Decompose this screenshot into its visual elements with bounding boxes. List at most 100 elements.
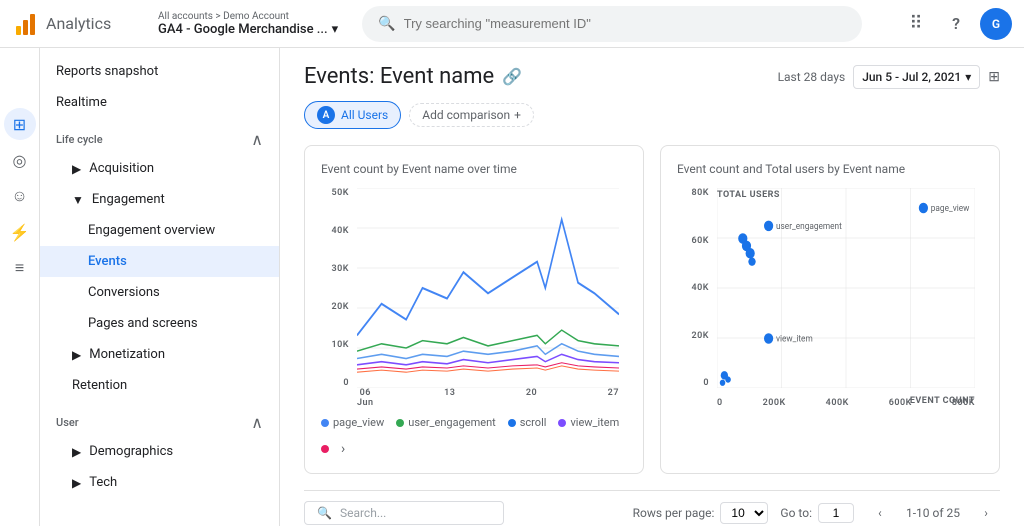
sidebar-item-conversions[interactable]: Conversions — [40, 277, 279, 308]
lifecycle-collapse-icon[interactable]: ∧ — [251, 130, 263, 149]
account-name: GA4 - Google Merchandise ... ▾ — [158, 22, 338, 37]
sidebar-item-label: Acquisition — [89, 161, 154, 176]
scatter-y-60k: 60K — [692, 236, 710, 246]
date-range-picker[interactable]: Jun 5 - Jul 2, 2021 ▾ — [853, 65, 980, 89]
scatter-y-40k: 40K — [692, 283, 710, 293]
rows-per-page-label: Rows per page: — [633, 506, 715, 520]
line-chart-title: Event count by Event name over time — [321, 162, 627, 176]
next-page-btn[interactable]: › — [972, 499, 1000, 526]
bottom-bar: 🔍 Search... Rows per page: 10 25 50 Go t… — [304, 490, 1000, 526]
sidebar-item-reports-snapshot[interactable]: Reports snapshot — [40, 56, 279, 87]
scatter-dot-scroll4 — [748, 257, 755, 265]
account-selector[interactable]: All accounts > Demo Account GA4 - Google… — [158, 11, 338, 37]
legend-scroll: scroll — [508, 416, 547, 429]
scatter-x-0: 0 — [717, 398, 723, 408]
scatter-dot-view-item — [764, 333, 773, 344]
legend-scroll-right[interactable]: › — [341, 441, 345, 457]
sidebar-item-monetization[interactable]: ▶ Monetization — [40, 339, 279, 370]
search-bar[interactable]: 🔍 — [362, 6, 862, 42]
prev-page-btn[interactable]: ‹ — [866, 499, 894, 526]
chevron-down-icon: ▾ — [332, 22, 339, 37]
legend-label: view_item — [570, 416, 619, 429]
chevron-right-icon: ▶ — [72, 348, 81, 362]
rail-user-icon[interactable]: ☺ — [4, 180, 36, 212]
export-icon[interactable]: 🔗 — [502, 67, 522, 86]
top-bar: Analytics All accounts > Demo Account GA… — [0, 0, 1024, 48]
icon-rail: ⊞ ◎ ☺ ⚡ ≡ — [0, 48, 40, 526]
sidebar-item-acquisition[interactable]: ▶ Acquisition — [40, 153, 279, 184]
y-axis-40k: 40K — [332, 226, 350, 236]
sidebar-item-events[interactable]: Events — [40, 246, 279, 277]
rail-realtime-icon[interactable]: ◎ — [4, 144, 36, 176]
scatter-chart-card: Event count and Total users by Event nam… — [660, 145, 1000, 474]
user-collapse-icon[interactable]: ∧ — [251, 413, 263, 432]
rows-per-page-select[interactable]: 10 25 50 — [720, 502, 768, 524]
sidebar-item-label: Conversions — [88, 285, 160, 300]
scatter-label-page-view: page_view — [931, 204, 970, 215]
scatter-dot-cluster3 — [720, 380, 726, 386]
rail-home-icon[interactable]: ⊞ — [4, 108, 36, 140]
charts-row: Event count by Event name over time 50K … — [304, 145, 1000, 474]
chevron-right-icon: ▶ — [72, 476, 81, 490]
sidebar-item-demographics[interactable]: ▶ Demographics — [40, 436, 279, 467]
rows-per-page: Rows per page: 10 25 50 — [633, 502, 769, 524]
y-axis-30k: 30K — [332, 264, 350, 274]
sidebar-item-engagement-overview[interactable]: Engagement overview — [40, 215, 279, 246]
chevron-down-icon: ▾ — [965, 70, 971, 84]
legend-dot-page-view — [321, 419, 329, 427]
search-input[interactable] — [404, 16, 847, 31]
scatter-x-400k: 400K — [826, 398, 849, 408]
chevron-right-icon: ▶ — [72, 445, 81, 459]
sidebar-item-label: Monetization — [89, 347, 165, 362]
search-placeholder: Search... — [340, 506, 386, 520]
goto: Go to: — [780, 503, 854, 523]
search-icon: 🔍 — [317, 506, 332, 520]
sidebar-item-realtime[interactable]: Realtime — [40, 87, 279, 118]
sidebar-item-pages-and-screens[interactable]: Pages and screens — [40, 308, 279, 339]
users-avatar: A — [317, 106, 335, 124]
apps-icon[interactable]: ⠿ — [900, 8, 932, 40]
legend-dot-view-item — [558, 419, 566, 427]
lifecycle-section: Life cycle ∧ — [40, 118, 279, 153]
date-label: Last 28 days — [778, 70, 846, 84]
scatter-dot-user-engagement — [764, 221, 773, 232]
avatar[interactable]: G — [980, 8, 1012, 40]
scatter-dot-scroll3 — [746, 248, 755, 259]
scatter-dot-page-view — [919, 203, 928, 214]
analytics-logo — [12, 10, 40, 38]
scatter-y-80k: 80K — [692, 188, 710, 198]
legend-more — [321, 445, 329, 453]
compare-icon[interactable]: ⊞ — [988, 69, 1000, 85]
page-title-row: Events: Event name 🔗 — [304, 64, 522, 89]
rail-reports-icon[interactable]: ≡ — [4, 252, 36, 284]
scatter-y-0: 0 — [703, 378, 709, 388]
search-icon: 🔍 — [378, 16, 395, 32]
x-axis-jun6: 06Jun — [357, 388, 374, 408]
x-axis-20: 20 — [526, 388, 537, 408]
sidebar-item-retention[interactable]: Retention — [40, 370, 279, 401]
user-section: User ∧ — [40, 401, 279, 436]
all-users-chip[interactable]: A All Users — [304, 101, 401, 129]
rail-events-icon[interactable]: ⚡ — [4, 216, 36, 248]
sidebar-item-label: Pages and screens — [88, 316, 198, 331]
help-icon[interactable]: ? — [940, 8, 972, 40]
sidebar-item-engagement[interactable]: ▼ Engagement — [40, 184, 279, 215]
legend: page_view user_engagement scroll view_it… — [321, 416, 627, 457]
scatter-label-user-engagement: user_engagement — [776, 222, 842, 233]
legend-label: user_engagement — [408, 416, 496, 429]
sidebar: Reports snapshot Realtime Life cycle ∧ ▶… — [40, 48, 280, 526]
y-axis-20k: 20K — [332, 302, 350, 312]
scatter-x-200k: 200K — [763, 398, 786, 408]
table-search[interactable]: 🔍 Search... — [304, 501, 504, 525]
add-comparison-btn[interactable]: Add comparison + — [409, 103, 534, 127]
line-chart-card: Event count by Event name over time 50K … — [304, 145, 644, 474]
filter-label: All Users — [341, 108, 388, 122]
sidebar-item-tech[interactable]: ▶ Tech — [40, 467, 279, 498]
line-chart-svg — [357, 188, 619, 388]
scatter-svg: page_view user_engagement view_ite — [717, 188, 975, 388]
legend-dot-user-engagement — [396, 419, 404, 427]
scatter-x-600k: 600K — [889, 398, 912, 408]
x-axis-27: 27 — [608, 388, 619, 408]
goto-input[interactable] — [818, 503, 854, 523]
top-bar-actions: ⠿ ? G — [900, 8, 1012, 40]
